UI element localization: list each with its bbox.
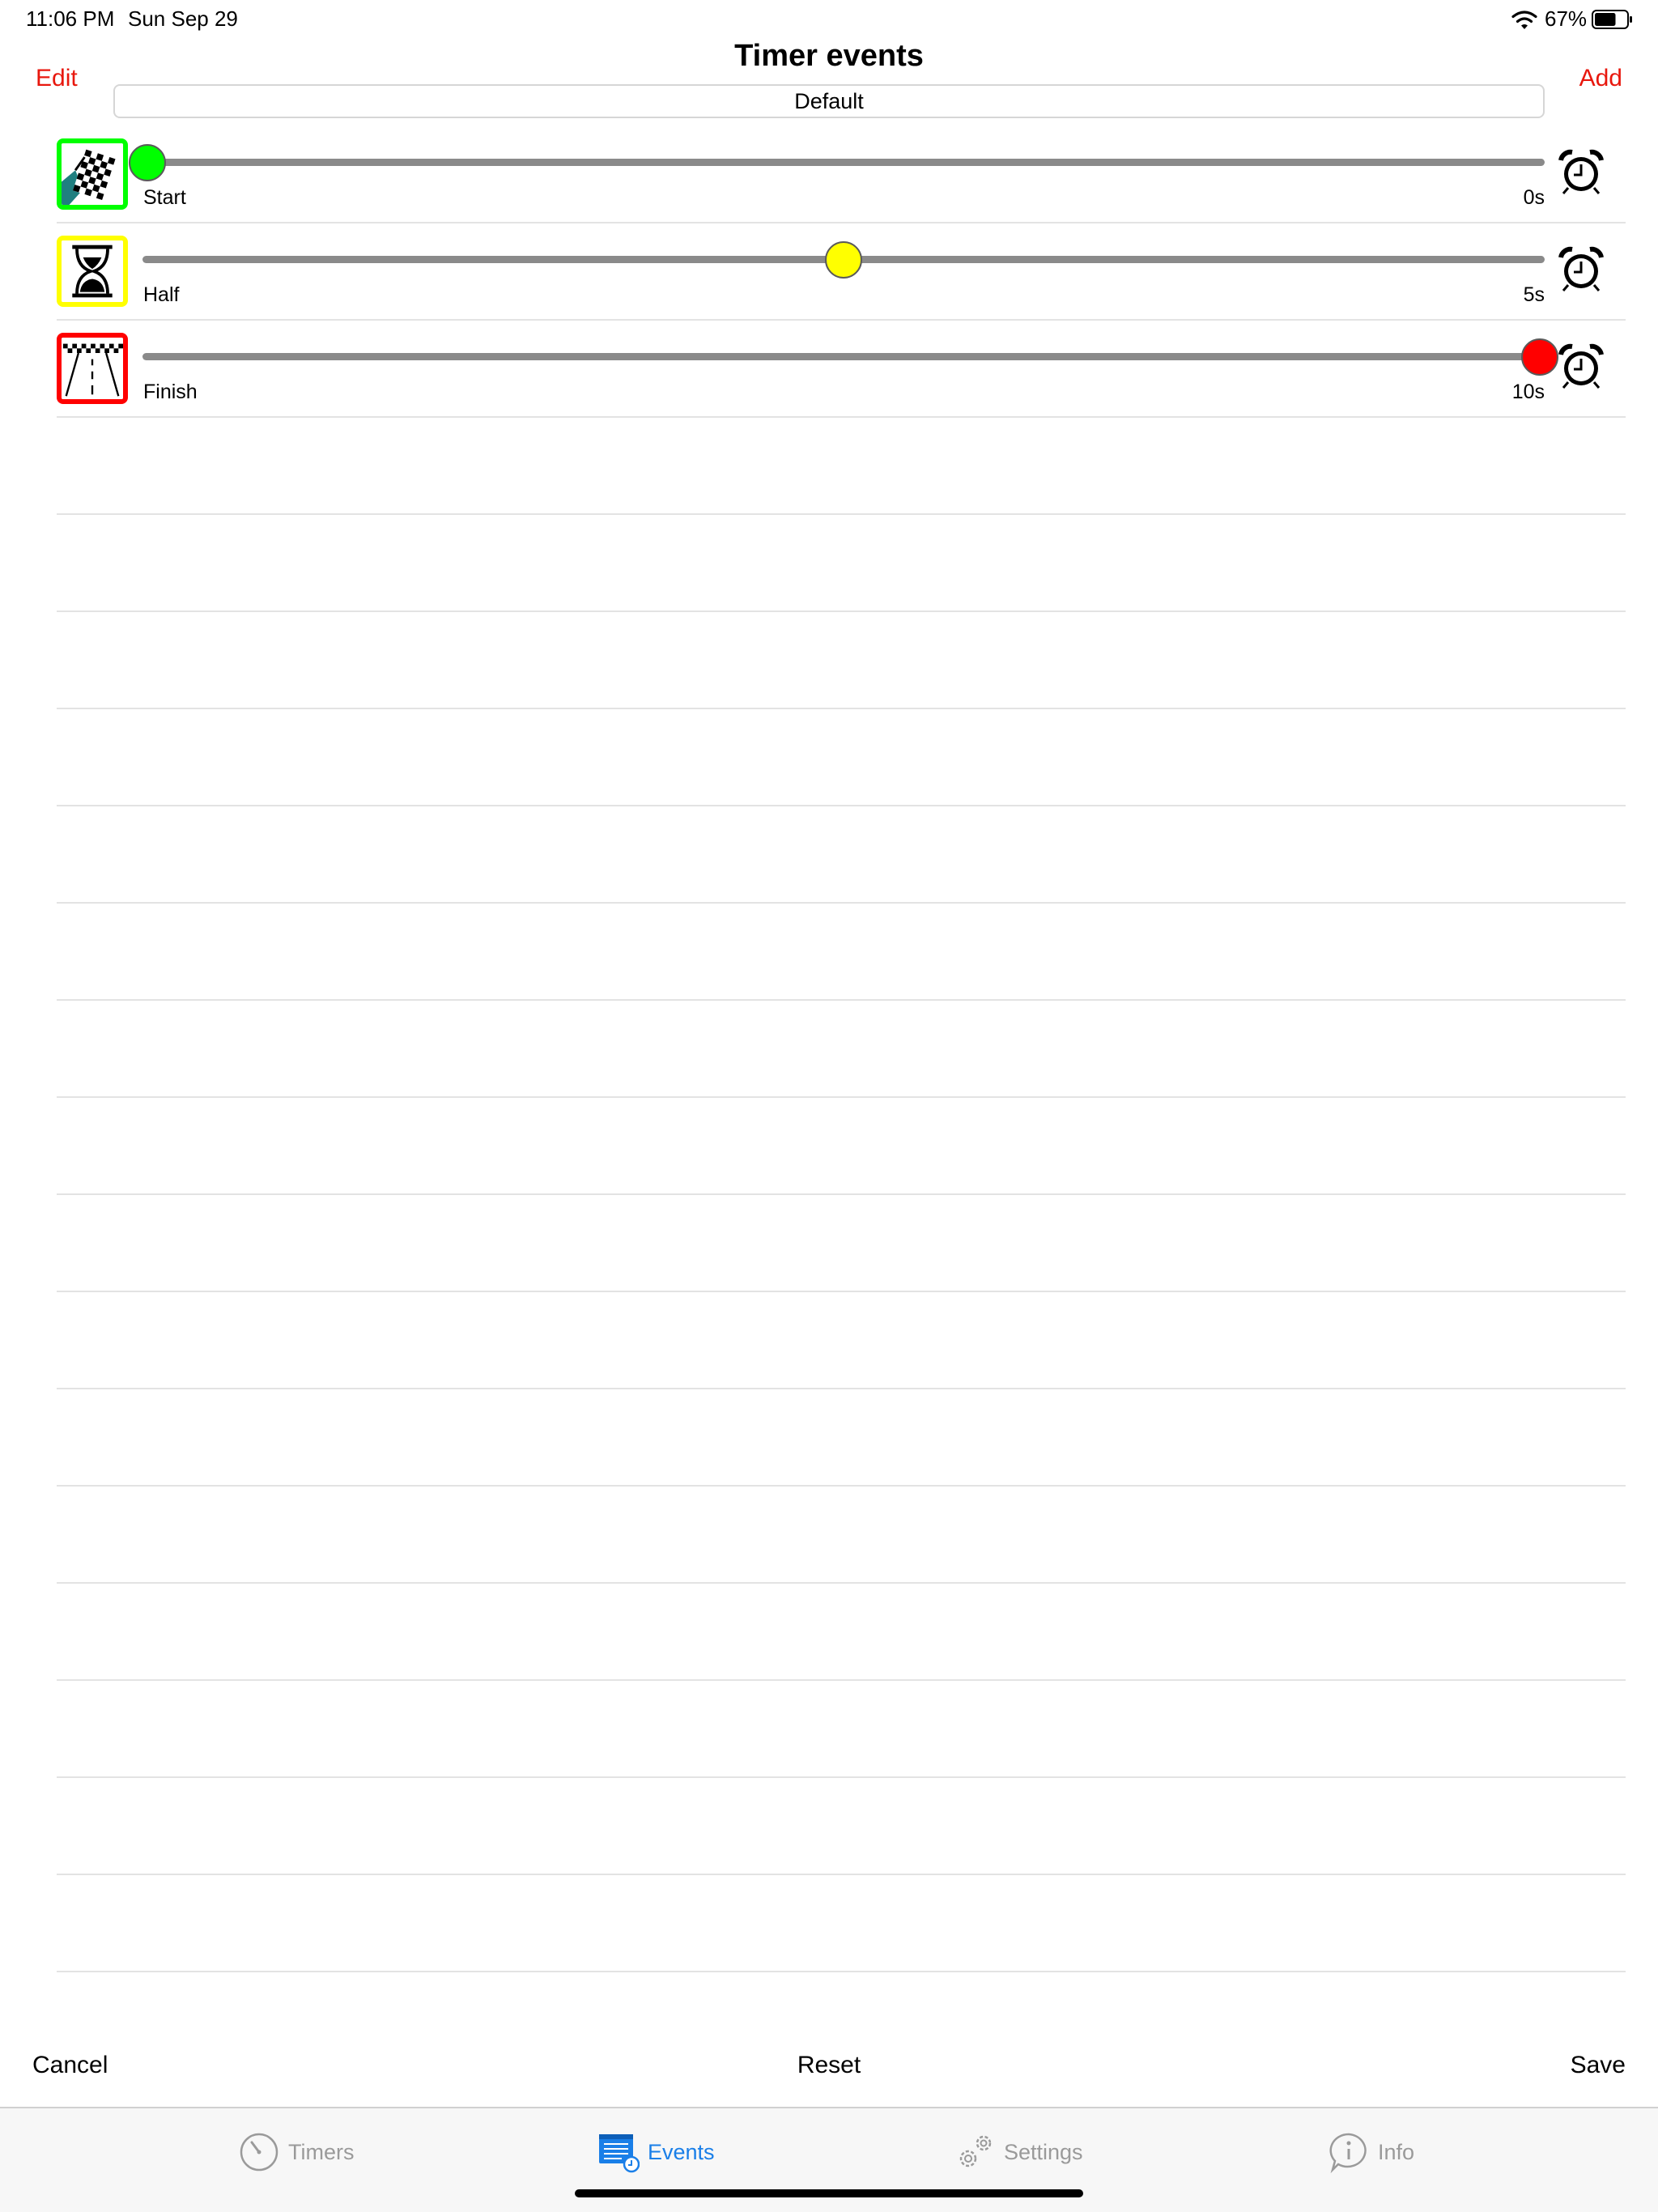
battery-icon [1592, 10, 1632, 29]
empty-row [57, 1001, 1626, 1098]
preset-name-field[interactable]: Default [113, 84, 1545, 118]
empty-row [57, 1584, 1626, 1681]
status-time: 11:06 PM [26, 6, 115, 31]
event-slider-track[interactable] [142, 353, 1545, 360]
wifi-icon [1511, 11, 1537, 29]
alarm-clock-icon[interactable] [1558, 246, 1605, 293]
tab-timers[interactable]: Timers [238, 2129, 355, 2175]
empty-row [57, 515, 1626, 612]
tab-label: Settings [1004, 2139, 1083, 2164]
event-time-value: 5s [1523, 283, 1545, 306]
event-time-value: 10s [1511, 381, 1545, 403]
tab-label: Info [1378, 2139, 1415, 2164]
tab-label: Timers [288, 2139, 355, 2164]
tab-info[interactable]: Info [1328, 2129, 1414, 2175]
empty-row [57, 418, 1626, 515]
empty-row [57, 1195, 1626, 1292]
event-slider-thumb[interactable] [1521, 338, 1558, 376]
empty-row [57, 806, 1626, 904]
tab-label: Events [648, 2139, 715, 2164]
event-row-start: Start 0s [57, 126, 1626, 223]
empty-row [57, 1389, 1626, 1487]
event-image-half[interactable] [57, 236, 128, 307]
timer-icon [240, 2133, 278, 2172]
add-button[interactable]: Add [1579, 65, 1622, 92]
tab-events[interactable]: Events [597, 2129, 715, 2175]
hourglass-icon [62, 240, 123, 302]
battery-percent: 67% [1545, 6, 1588, 31]
empty-row [57, 1487, 1626, 1584]
empty-row [57, 1292, 1626, 1389]
event-label: Finish [143, 381, 198, 403]
status-bar: 11:06 PM Sun Sep 29 67% [0, 0, 1658, 40]
event-label: Half [143, 283, 180, 306]
event-slider-thumb[interactable] [825, 241, 862, 279]
empty-row [57, 612, 1626, 709]
save-button[interactable]: Save [1571, 2052, 1626, 2079]
event-row-finish: Finish 10s [57, 321, 1626, 418]
checkered-flag-icon [62, 143, 123, 205]
home-indicator [575, 2189, 1083, 2197]
status-date: Sun Sep 29 [128, 6, 238, 31]
events-icon [599, 2134, 640, 2173]
tab-settings[interactable]: Settings [954, 2129, 1083, 2175]
event-image-start[interactable] [57, 138, 128, 210]
alarm-clock-icon[interactable] [1558, 343, 1605, 390]
event-list: Start 0s Half 5s Finish 10s [57, 126, 1626, 1972]
screen: 11:06 PM Sun Sep 29 67% Edit Timer event… [0, 0, 1658, 2212]
empty-row [57, 1778, 1626, 1875]
event-row-half: Half 5s [57, 223, 1626, 321]
empty-row [57, 1681, 1626, 1778]
empty-row [57, 1098, 1626, 1195]
finish-line-icon [62, 338, 123, 399]
page-title: Timer events [734, 39, 924, 73]
empty-row [57, 709, 1626, 806]
empty-row [57, 904, 1626, 1001]
event-image-finish[interactable] [57, 333, 128, 404]
event-label: Start [143, 186, 186, 209]
event-slider-thumb[interactable] [129, 144, 166, 181]
alarm-clock-icon[interactable] [1558, 149, 1605, 196]
info-icon [1329, 2133, 1367, 2173]
event-slider-track[interactable] [142, 159, 1545, 166]
bottom-toolbar: Cancel Reset Save [0, 2048, 1658, 2089]
reset-button[interactable]: Reset [0, 2052, 1658, 2079]
empty-row [57, 1875, 1626, 1972]
settings-icon [959, 2135, 992, 2167]
event-time-value: 0s [1523, 186, 1545, 209]
